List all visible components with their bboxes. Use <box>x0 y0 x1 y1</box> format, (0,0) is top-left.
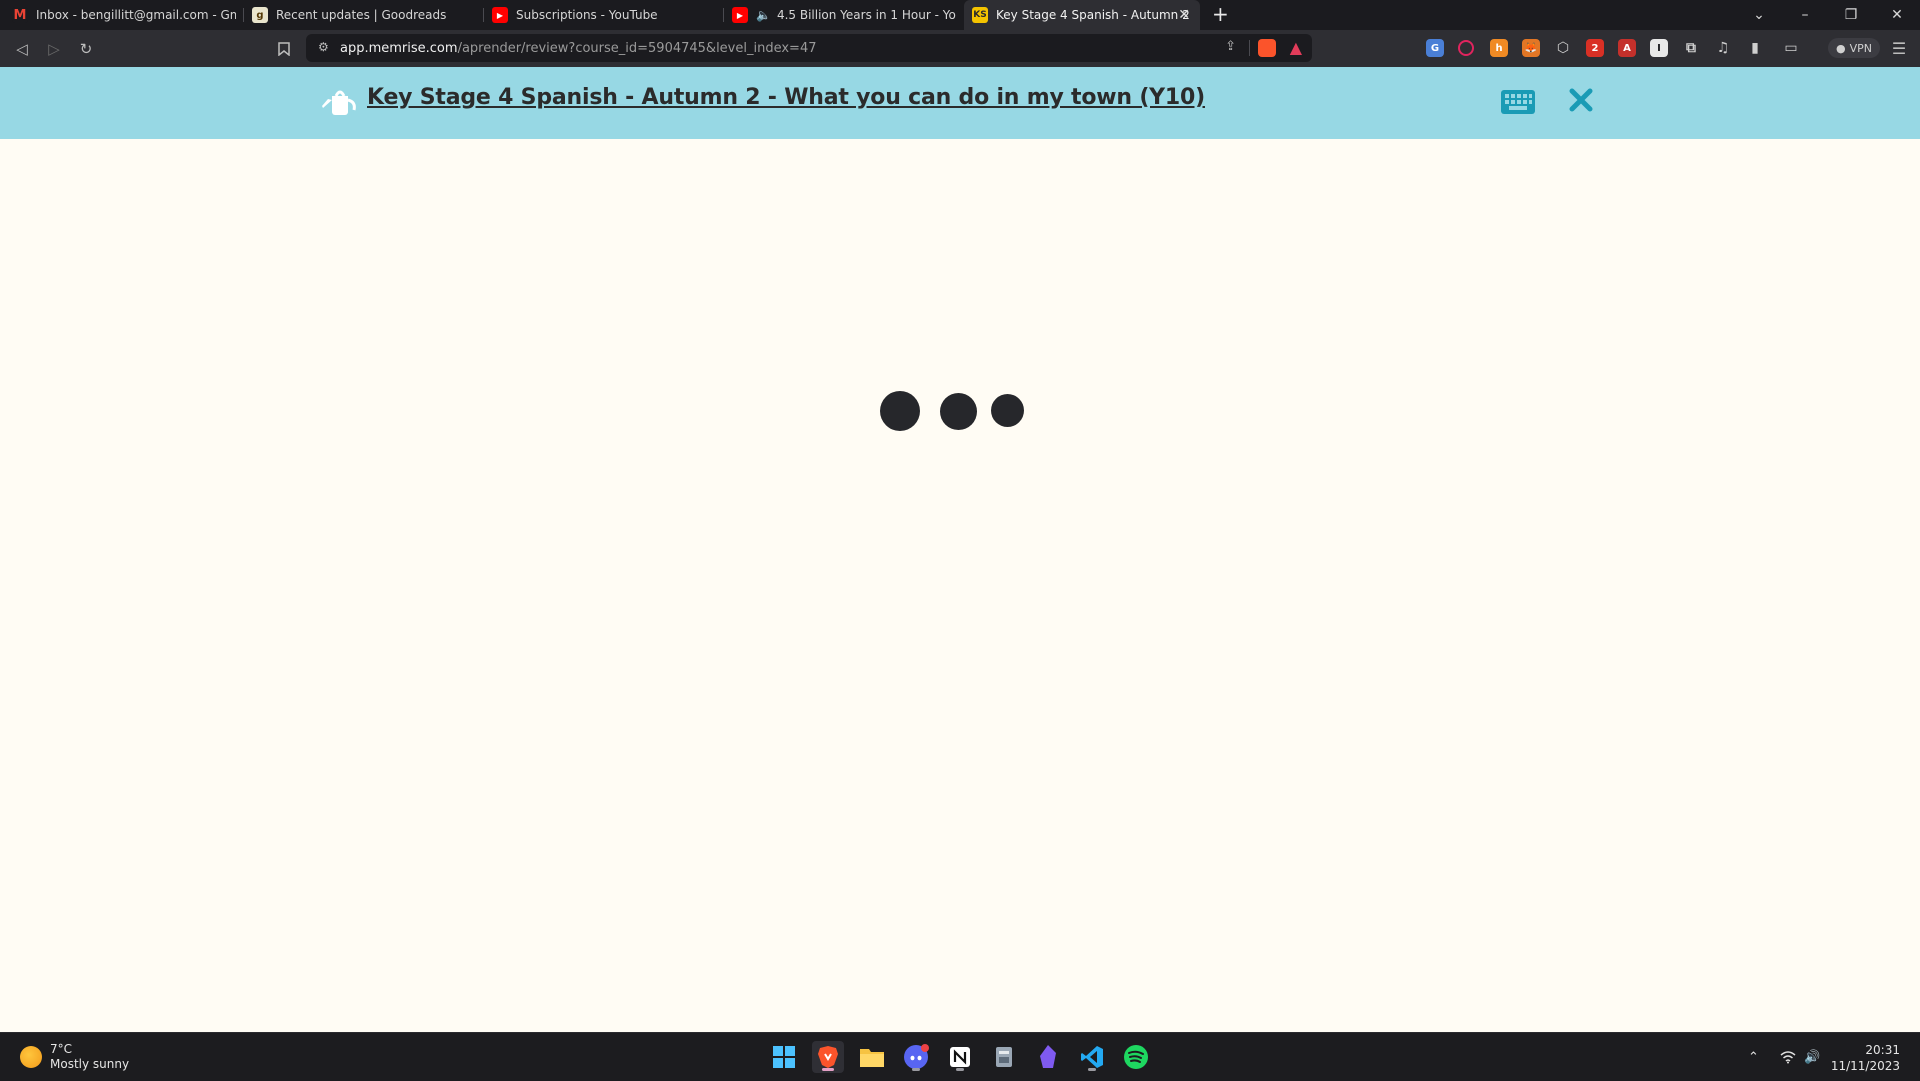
tab-title: Recent updates | Goodreads <box>276 8 447 22</box>
close-tab-icon[interactable]: ✕ <box>1178 7 1190 23</box>
site-info-icon[interactable]: ⚙ <box>318 40 329 54</box>
wallet-icon[interactable]: ▭ <box>1782 39 1800 57</box>
address-bar[interactable]: ⚙ app.memrise.com /aprender/review?cours… <box>306 34 1312 62</box>
keyboard-icon[interactable] <box>1500 89 1536 115</box>
discord-icon <box>904 1044 929 1069</box>
weather-widget[interactable]: 7°C Mostly sunny <box>20 1042 129 1072</box>
memrise-icon: KS <box>972 7 988 23</box>
url-divider <box>1249 40 1250 56</box>
pdf-extension-icon[interactable]: A <box>1618 39 1636 57</box>
bookmark-icon[interactable] <box>270 30 298 67</box>
clock-time: 20:31 <box>1865 1043 1900 1057</box>
sun-icon <box>20 1046 42 1068</box>
restore-button[interactable]: ❐ <box>1828 0 1874 30</box>
url-host: app.memrise.com <box>340 40 458 56</box>
tray-overflow-chevron-icon[interactable]: ⌃ <box>1748 1033 1759 1081</box>
share-icon[interactable]: ⇪ <box>1225 39 1236 54</box>
tab-title: 4.5 Billion Years in 1 Hour - YouTub <box>776 8 956 22</box>
document-app-icon <box>996 1047 1012 1067</box>
minimize-button[interactable]: – <box>1782 0 1828 30</box>
taskbar-discord[interactable] <box>900 1041 932 1073</box>
tab-title: Key Stage 4 Spanish - Autumn 2 - <box>996 8 1192 22</box>
tab-goodreads[interactable]: g Recent updates | Goodreads <box>244 0 484 30</box>
new-tab-button[interactable]: + <box>1212 2 1229 26</box>
watering-can-icon <box>322 90 356 115</box>
close-lesson-icon[interactable] <box>1566 85 1596 115</box>
forward-icon[interactable]: ▷ <box>40 30 68 67</box>
taskbar-spotify[interactable] <box>1120 1041 1152 1073</box>
system-clock[interactable]: 20:31 11/11/2023 <box>1830 1042 1900 1074</box>
wifi-icon[interactable] <box>1780 1033 1796 1081</box>
media-control-icon[interactable]: ♫ <box>1714 39 1732 57</box>
youtube-icon: ▶ <box>492 7 508 23</box>
notion-icon <box>950 1047 970 1067</box>
instapaper-icon[interactable]: I <box>1650 39 1668 57</box>
taskbar-vscode[interactable] <box>1076 1041 1108 1073</box>
loading-dot <box>940 393 977 430</box>
tab-youtube-subscriptions[interactable]: ▶ Subscriptions - YouTube <box>484 0 724 30</box>
browser-toolbar: ◁ ▷ ↻ ⚙ app.memrise.com /aprender/review… <box>0 30 1920 67</box>
volume-icon[interactable]: 🔊 <box>1804 1033 1820 1081</box>
tab-search-chevron-icon[interactable]: ⌄ <box>1736 0 1782 30</box>
brave-shields-icon[interactable] <box>1258 39 1276 57</box>
menu-icon[interactable]: ☰ <box>1886 30 1912 67</box>
gmail-icon: M <box>12 7 28 23</box>
loading-dot <box>880 391 920 431</box>
spotify-icon <box>1124 1045 1148 1069</box>
vpn-shield-icon: ● <box>1836 41 1846 55</box>
metamask-icon[interactable]: 🦊 <box>1522 39 1540 57</box>
folder-icon <box>860 1049 884 1067</box>
start-button[interactable] <box>768 1041 800 1073</box>
media-extension-icon[interactable] <box>1458 40 1474 56</box>
lesson-header: Key Stage 4 Spanish - Autumn 2 - What yo… <box>0 67 1920 139</box>
browser-tab-strip: M Inbox - bengillitt@gmail.com - Gmail g… <box>0 0 1920 30</box>
audio-playing-icon[interactable]: 🔈 <box>756 8 771 22</box>
taskbar-notion[interactable] <box>944 1041 976 1073</box>
windows-icon <box>773 1046 795 1068</box>
brave-icon <box>818 1046 838 1068</box>
todoist-extension-icon[interactable]: 2 <box>1586 39 1604 57</box>
taskbar-app-generic[interactable] <box>988 1041 1020 1073</box>
tab-memrise[interactable]: KS Key Stage 4 Spanish - Autumn 2 - ✕ <box>964 0 1200 30</box>
taskbar-file-explorer[interactable] <box>856 1041 888 1073</box>
tab-gmail[interactable]: M Inbox - bengillitt@gmail.com - Gmail <box>4 0 244 30</box>
weather-description: Mostly sunny <box>50 1057 130 1071</box>
obsidian-icon <box>1040 1045 1056 1068</box>
tab-youtube-video[interactable]: ▶ 🔈 4.5 Billion Years in 1 Hour - YouTub <box>724 0 964 30</box>
youtube-icon: ▶ <box>732 7 748 23</box>
back-icon[interactable]: ◁ <box>8 30 36 67</box>
weather-temperature: 7°C <box>50 1042 73 1056</box>
extensions-puzzle-icon[interactable]: ⧉ <box>1682 39 1700 57</box>
brave-rewards-icon[interactable]: ▲ <box>1290 38 1302 57</box>
url-path: /aprender/review?course_id=5904745&level… <box>457 40 817 56</box>
cube-extension-icon[interactable]: ⬡ <box>1554 39 1572 57</box>
sidebar-toggle-icon[interactable]: ▮ <box>1746 39 1764 57</box>
taskbar-obsidian[interactable] <box>1032 1041 1064 1073</box>
taskbar-brave[interactable] <box>812 1041 844 1073</box>
running-app-indicator <box>912 1068 920 1071</box>
course-title[interactable]: Key Stage 4 Spanish - Autumn 2 - What yo… <box>367 85 1205 110</box>
translate-extension-icon[interactable]: G <box>1426 39 1444 57</box>
tab-title: Subscriptions - YouTube <box>516 8 658 22</box>
clock-date: 11/11/2023 <box>1830 1059 1900 1073</box>
vscode-icon <box>1081 1046 1103 1068</box>
vpn-label: VPN <box>1849 41 1872 55</box>
active-app-indicator <box>822 1068 834 1071</box>
goodreads-icon: g <box>252 7 268 23</box>
tab-title: Inbox - bengillitt@gmail.com - Gmail <box>36 8 236 22</box>
loading-dot <box>991 394 1024 427</box>
close-window-button[interactable]: ✕ <box>1874 0 1920 30</box>
orange-extension-icon[interactable]: h <box>1490 39 1508 57</box>
running-app-indicator <box>1088 1068 1096 1071</box>
windows-taskbar: 7°C Mostly sunny ⌃ 🔊 20:31 11/11/2023 <box>0 1032 1920 1081</box>
reload-icon[interactable]: ↻ <box>72 30 100 67</box>
vpn-button[interactable]: ● VPN <box>1828 38 1880 58</box>
running-app-indicator <box>956 1068 964 1071</box>
